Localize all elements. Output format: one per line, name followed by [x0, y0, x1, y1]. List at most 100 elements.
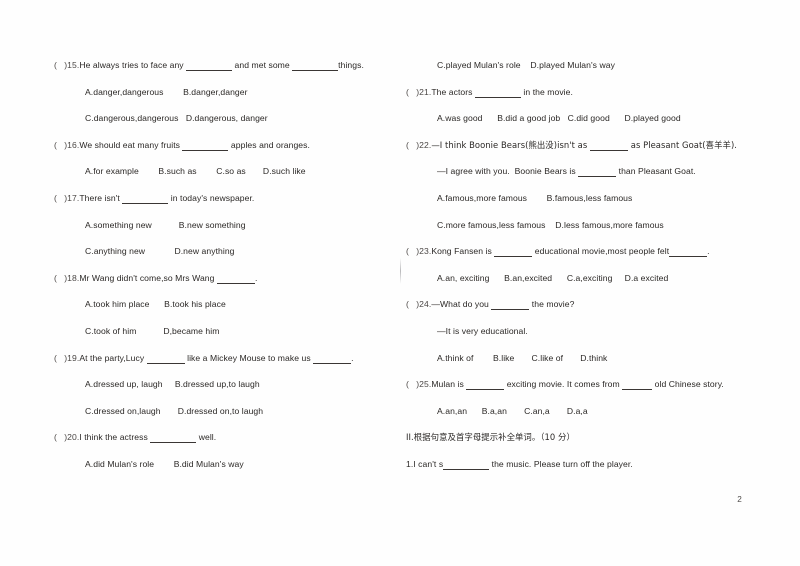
option-text: A.an, exciting B.an,excited C.a,exciting… [437, 272, 669, 283]
option-text: A.danger,dangerous B.danger,danger [85, 86, 248, 97]
section-heading: II.根据句意及首字母提示补全单词。（10 分） [406, 432, 758, 459]
option-text: C.dressed on,laugh D.dressed on,to laugh [85, 405, 264, 416]
answer-blank[interactable] [590, 139, 629, 151]
answer-blank[interactable] [578, 165, 617, 178]
option-row: C.more famous,less famous D.less famous,… [406, 220, 758, 247]
answer-blank[interactable] [292, 59, 339, 71]
option-text: A.an,an B.a,an C.an,a D.a,a [437, 405, 588, 416]
question-stem-cont: apples and oranges. [228, 139, 310, 150]
question-25: ( )25. Mulan is exciting movie. It comes … [406, 379, 758, 406]
option-row: C.played Mulan's role D.played Mulan's w… [406, 60, 758, 87]
question-stem-cont: the movie? [529, 299, 575, 310]
option-text: C.dangerous,dangerous D.dangerous, dange… [85, 113, 268, 124]
question-stem: I think the actress [79, 432, 151, 443]
answer-blank[interactable] [491, 298, 530, 311]
question-23: ( )23. Kong Fansen is educational movie,m… [406, 246, 758, 273]
question-stem: He always tries to face any [79, 60, 187, 70]
option-row: A.famous,more famous B.famous,less famou… [406, 193, 758, 220]
question-22: ( )22. —I think Boonie Bears(熊出没)isn't as… [406, 140, 758, 167]
question-15: ( )15. He always tries to face any and me… [54, 60, 406, 87]
answer-blank[interactable] [186, 59, 233, 71]
option-row: C.dressed on,laugh D.dressed on,to laugh [54, 406, 406, 433]
dialogue-continuation: —It is very educational. [406, 326, 758, 353]
fill-in-item: 1.I can't s the music. Please turn off t… [406, 459, 758, 486]
option-text: A.dressed up, laugh B.dressed up,to laug… [85, 379, 260, 390]
question-stem: The actors [431, 86, 475, 97]
question-marker: ( )15. [54, 60, 80, 70]
question-stem: At the party,Lucy [79, 352, 147, 363]
dialogue-continuation: —I agree with you. Boonie Bears is than … [406, 166, 758, 193]
answer-blank[interactable] [216, 272, 255, 284]
question-marker: ( )19. [54, 352, 80, 363]
question-marker: ( )20. [54, 432, 80, 443]
question-marker: ( )25. [406, 379, 432, 390]
option-text: A.was good B.did a good job C.did good D… [437, 113, 681, 124]
question-stem-tail: old Chinese story. [652, 379, 724, 390]
option-row: C.took of him D,became him [54, 326, 406, 353]
question-21: ( )21. The actors in the movie. [406, 87, 758, 114]
answer-blank[interactable] [146, 352, 185, 364]
right-column: C.played Mulan's role D.played Mulan's w… [406, 60, 758, 486]
fill-in-stem: 1.I can't s [406, 458, 444, 469]
continuation-text-cont: than Pleasant Goat. [616, 166, 696, 177]
answer-blank[interactable] [313, 352, 352, 364]
answer-blank[interactable] [150, 431, 197, 444]
option-text: A.took him place B.took his place [85, 299, 226, 310]
fill-in-stem-cont: the music. Please turn off the player. [489, 458, 633, 469]
option-row: A.think of B.like C.like of D.think [406, 353, 758, 380]
option-text: A.did Mulan's role B.did Mulan's way [85, 458, 244, 469]
answer-blank[interactable] [474, 86, 521, 98]
question-stem-cont: in today's newspaper. [168, 192, 255, 203]
answer-blank[interactable] [622, 378, 653, 391]
question-stem-tail: things. [338, 60, 364, 70]
answer-blank[interactable] [122, 192, 169, 204]
question-stem-cont: exciting movie. It comes from [504, 379, 623, 390]
option-row: A.dressed up, laugh B.dressed up,to laug… [54, 379, 406, 406]
option-row: C.anything new D.new anything [54, 246, 406, 273]
question-stem-cont: and met some [232, 60, 293, 70]
option-text: A.something new B.new something [85, 219, 246, 230]
question-stem-cont: in the movie. [520, 86, 573, 97]
question-marker: ( )16. [54, 139, 80, 150]
answer-blank[interactable] [669, 245, 708, 258]
option-text: C.played Mulan's role D.played Mulan's w… [437, 60, 615, 70]
question-stem-cont: well. [196, 432, 217, 443]
option-text: A.for example B.such as C.so as D.such l… [85, 166, 306, 177]
question-marker: ( )23. [406, 246, 432, 257]
question-stem-cont: educational movie,most people felt [532, 246, 670, 257]
answer-blank[interactable] [182, 139, 229, 151]
answer-blank[interactable] [494, 245, 533, 258]
question-stem-cont: like a Mickey Mouse to make us [184, 352, 314, 363]
question-stem: We should eat many fruits [79, 139, 183, 150]
two-column-body: ( )15. He always tries to face any and me… [0, 0, 800, 566]
option-row: A.was good B.did a good job C.did good D… [406, 113, 758, 140]
option-row: C.dangerous,dangerous D.dangerous, dange… [54, 113, 406, 140]
question-17: ( )17. There isn't in today's newspaper. [54, 193, 406, 220]
question-stem: —I think Boonie Bears(熊出没)isn't as [431, 139, 591, 150]
option-row: A.an, exciting B.an,excited C.a,exciting… [406, 273, 758, 300]
answer-blank[interactable] [466, 378, 505, 391]
option-text: C.anything new D.new anything [85, 246, 235, 257]
question-marker: ( )18. [54, 272, 80, 283]
option-row: A.an,an B.a,an C.an,a D.a,a [406, 406, 758, 433]
question-marker: ( )21. [406, 86, 432, 97]
question-stem-tail: . [351, 352, 354, 363]
answer-blank[interactable] [443, 458, 490, 470]
question-18: ( )18. Mr Wang didn't come,so Mrs Wang . [54, 273, 406, 300]
option-row: A.did Mulan's role B.did Mulan's way [54, 459, 406, 486]
continuation-text: —It is very educational. [437, 325, 528, 336]
option-row: A.took him place B.took his place [54, 299, 406, 326]
question-20: ( )20. I think the actress well. [54, 432, 406, 459]
exam-page: ( )15. He always tries to face any and me… [0, 0, 800, 566]
question-stem-cont: as Pleasant Goat(喜羊羊). [628, 139, 737, 150]
question-stem-cont: . [254, 272, 258, 283]
option-text: A.famous,more famous B.famous,less famou… [437, 192, 633, 203]
question-16: ( )16. We should eat many fruits apples a… [54, 140, 406, 167]
left-column: ( )15. He always tries to face any and me… [54, 60, 406, 486]
page-number: 2 [737, 495, 742, 504]
question-stem: Mr Wang didn't come,so Mrs Wang [79, 272, 217, 283]
option-text: C.took of him D,became him [85, 325, 220, 336]
question-marker: ( )24. [406, 299, 432, 310]
option-row: A.something new B.new something [54, 220, 406, 247]
question-stem: There isn't [79, 192, 123, 203]
